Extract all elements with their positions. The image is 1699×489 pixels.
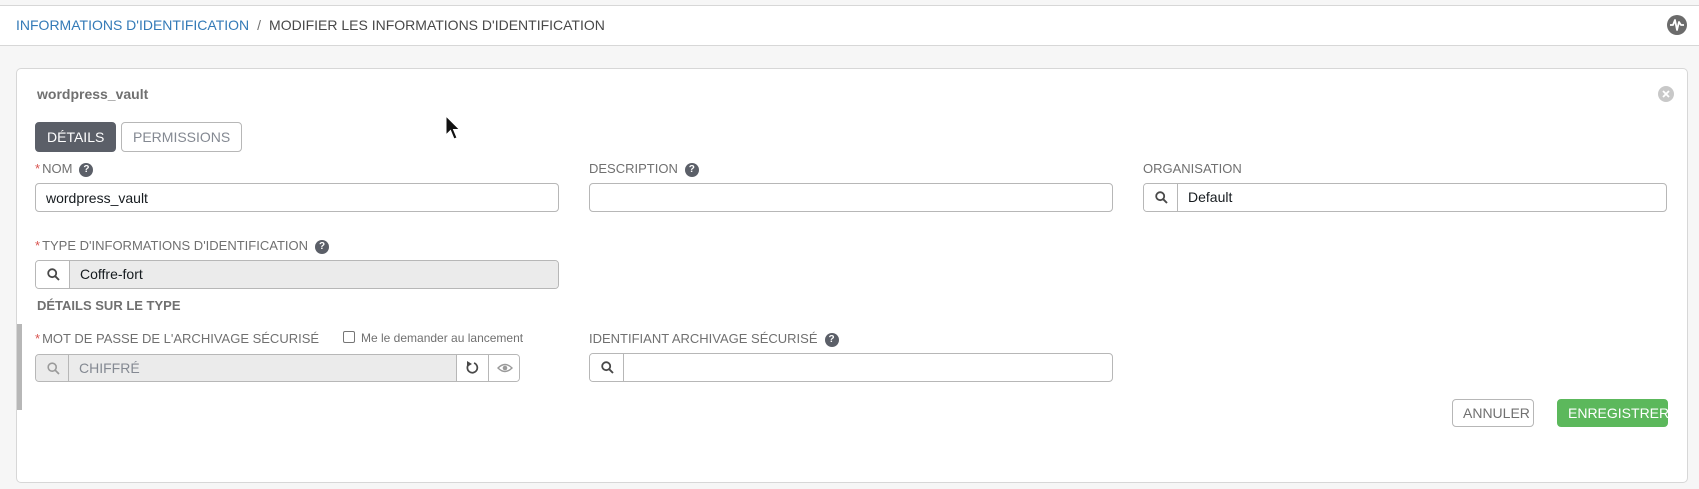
search-icon	[47, 268, 60, 281]
reset-password-button[interactable]	[456, 355, 488, 381]
organization-label: ORGANISATION	[1143, 161, 1242, 176]
organization-lookup: Default	[1143, 183, 1667, 212]
breadcrumb-separator: /	[257, 17, 262, 33]
vault-password-lock	[36, 355, 69, 381]
name-input[interactable]	[35, 183, 559, 212]
vault-id-search-button[interactable]	[590, 354, 624, 381]
organization-value[interactable]: Default	[1178, 184, 1666, 211]
vault-id-label: IDENTIFIANT ARCHIVAGE SÉCURISÉ?	[589, 331, 839, 347]
cancel-button[interactable]: ANNULER	[1452, 399, 1534, 427]
vault-password-input[interactable]: CHIFFRÉ	[69, 355, 456, 381]
breadcrumb-credentials-link[interactable]: INFORMATIONS D'IDENTIFICATION	[16, 17, 249, 33]
help-icon[interactable]: ?	[315, 240, 329, 254]
credential-type-value: Coffre-fort	[70, 261, 558, 288]
tab-permissions[interactable]: PERMISSIONS	[121, 122, 243, 152]
vault-password-label: * MOT DE PASSE DE L'ARCHIVAGE SÉCURISÉ	[35, 331, 320, 346]
ask-on-launch: Me le demander au lancement	[343, 331, 523, 345]
credential-type-search-button[interactable]	[36, 261, 70, 288]
help-icon[interactable]: ?	[79, 163, 94, 177]
search-icon	[1155, 191, 1168, 204]
tab-details[interactable]: DÉTAILS	[35, 122, 117, 152]
search-icon	[47, 362, 60, 375]
vault-id-lookup	[589, 353, 1113, 382]
undo-icon	[466, 361, 479, 374]
type-details-heading: DÉTAILS SUR LE TYPE	[37, 298, 181, 313]
help-icon[interactable]: ?	[824, 333, 839, 347]
description-label: DESCRIPTION?	[589, 161, 699, 177]
breadcrumb: INFORMATIONS D'IDENTIFICATION / MODIFIER L…	[16, 17, 605, 33]
organization-search-button[interactable]	[1144, 184, 1178, 211]
close-icon[interactable]	[1658, 86, 1674, 102]
eye-icon	[497, 363, 513, 373]
vault-password-field: CHIFFRÉ	[35, 354, 520, 382]
activity-stream-icon[interactable]	[1667, 15, 1687, 35]
name-label: * NOM?	[35, 161, 94, 177]
save-button[interactable]: ENREGISTRER	[1557, 399, 1669, 427]
required-marker: *	[35, 161, 41, 176]
search-icon	[601, 361, 614, 374]
credential-form-panel: wordpress_vault DÉTAILS PERMISSIONS * NOM…	[16, 68, 1688, 483]
required-marker: *	[35, 331, 41, 346]
ask-on-launch-checkbox[interactable]	[343, 331, 355, 343]
breadcrumb-current: MODIFIER LES INFORMATIONS D'IDENTIFICATI…	[269, 17, 605, 33]
credential-type-label: * TYPE D'INFORMATIONS D'IDENTIFICATION?	[35, 238, 329, 254]
section-indicator	[17, 324, 22, 410]
required-marker: *	[35, 238, 41, 253]
panel-title: wordpress_vault	[37, 86, 149, 102]
vault-id-input[interactable]	[624, 354, 1112, 381]
top-bar: INFORMATIONS D'IDENTIFICATION / MODIFIER L…	[0, 5, 1699, 46]
show-password-button[interactable]	[488, 355, 519, 381]
help-icon[interactable]: ?	[684, 163, 699, 177]
mouse-cursor-icon	[445, 115, 461, 140]
description-input[interactable]	[589, 183, 1113, 212]
credential-type-lookup: Coffre-fort	[35, 260, 559, 289]
